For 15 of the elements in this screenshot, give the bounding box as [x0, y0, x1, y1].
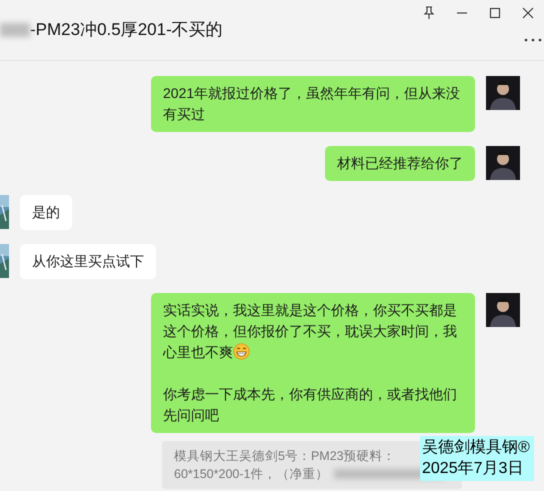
chat-title: -PM23冲0.5厚201-不买的 [30, 19, 223, 41]
message-text: 实话实说，我这里就是这个价格，你买不买都是这个价格，但你报价了不买，耽误大家时间，我心里也不爽 [163, 302, 457, 360]
quote-text: 60*150*200-1件，（净重） [174, 466, 328, 483]
avatar[interactable] [486, 76, 520, 110]
stamp-text: 2025年7月3日 [422, 459, 524, 479]
avatar[interactable] [486, 293, 520, 327]
avatar[interactable] [486, 146, 520, 180]
message-text: 从你这里买点试下 [32, 253, 144, 269]
message-text: 材料已经推荐给你了 [337, 155, 463, 171]
message-text: 2021年就报过价格了，虽然年年有问，但从来没有买过 [163, 85, 460, 122]
message-text: 你考虑一下成本先，你有供应商的，或者找他们先问问吧 [163, 385, 458, 425]
message-text: 是的 [32, 204, 60, 220]
avatar[interactable] [0, 244, 9, 278]
avatar[interactable] [0, 195, 9, 229]
stamp-text: 吴德剑模具钢® [422, 438, 530, 458]
